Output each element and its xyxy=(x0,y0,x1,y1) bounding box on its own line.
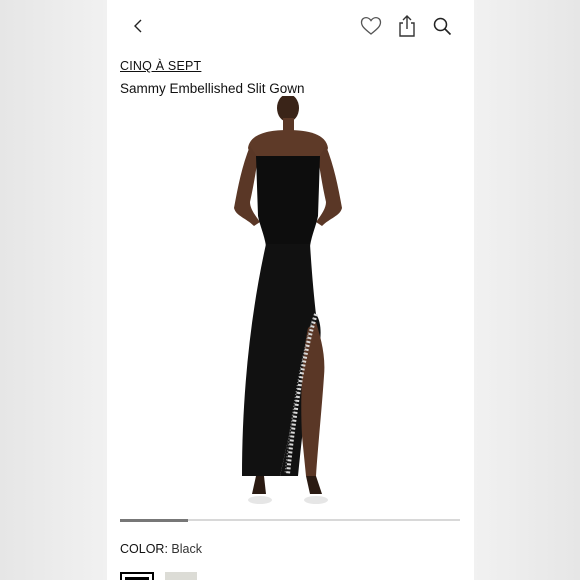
gallery-progress-track xyxy=(120,518,460,522)
color-swatch-ivory[interactable] xyxy=(165,572,197,580)
product-detail-screen: CINQ À SEPT Sammy Embellished Slit Gown xyxy=(107,0,474,580)
gallery-progress-indicator xyxy=(120,518,188,522)
product-image[interactable] xyxy=(220,96,360,506)
product-title: Sammy Embellished Slit Gown xyxy=(120,81,305,96)
search-icon[interactable] xyxy=(432,16,452,36)
background-right xyxy=(474,0,580,580)
color-selection-label: COLOR: Black xyxy=(120,542,202,556)
brand-link[interactable]: CINQ À SEPT xyxy=(120,59,201,73)
share-icon[interactable] xyxy=(397,14,417,38)
color-label: COLOR: xyxy=(120,542,168,556)
color-swatch-black[interactable] xyxy=(120,572,154,580)
selected-color-value: Black xyxy=(171,542,202,556)
heart-icon[interactable] xyxy=(360,16,382,36)
chevron-left-icon[interactable] xyxy=(131,17,145,35)
background-left xyxy=(0,0,107,580)
